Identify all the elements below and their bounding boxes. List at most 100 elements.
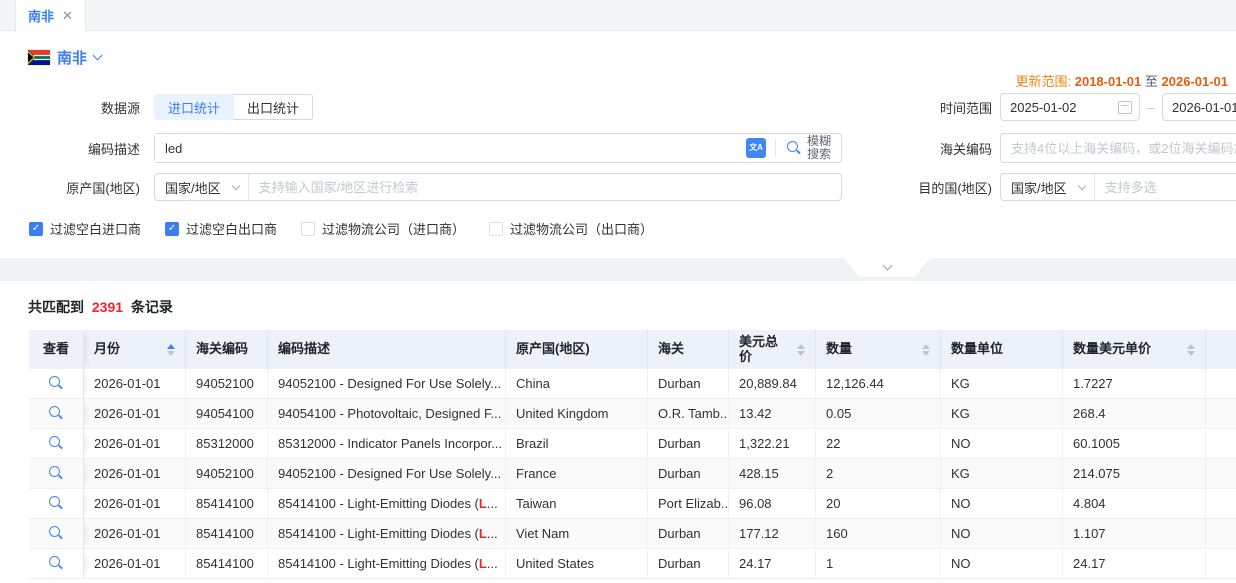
- destination-country-select[interactable]: 国家/地区: [1001, 174, 1095, 200]
- translate-icon[interactable]: 文A: [746, 138, 766, 158]
- desc-text: 85312000 - Indicator Panels Incorpor...: [278, 436, 502, 451]
- cell-usd_total: 1,322.21: [729, 429, 816, 459]
- cell-extra: [1206, 369, 1236, 399]
- collapse-panel-button[interactable]: [844, 258, 930, 277]
- cell-qty: 20: [816, 489, 941, 519]
- origin-select-value: 国家/地区: [165, 178, 221, 197]
- tab-south-africa[interactable]: 南非 ✕: [15, 0, 86, 31]
- cell-customs: Durban: [648, 429, 729, 459]
- cell-view: [29, 489, 84, 519]
- cell-origin: United Kingdom: [506, 399, 648, 429]
- view-detail-icon[interactable]: [49, 376, 64, 391]
- close-icon[interactable]: ✕: [62, 9, 73, 22]
- table-row: 2026-01-018541410085414100 - Light-Emitt…: [29, 549, 1236, 579]
- col-header-label: 数量: [826, 342, 852, 357]
- result-suffix: 条记录: [131, 299, 173, 315]
- source-label: 数据源: [28, 98, 140, 117]
- date-end-input[interactable]: [1172, 94, 1236, 120]
- cell-desc: 85414100 - Light-Emitting Diodes (L...: [268, 549, 506, 579]
- cell-qty_unit: NO: [941, 519, 1063, 549]
- cell-usd_total: 96.08: [729, 489, 816, 519]
- cell-extra: [1206, 459, 1236, 489]
- import-stats-button[interactable]: 进口统计: [154, 94, 234, 120]
- cell-view: [29, 459, 84, 489]
- cell-customs: Durban: [648, 459, 729, 489]
- view-detail-icon[interactable]: [49, 526, 64, 541]
- code-desc-box: 文A 模糊 搜索: [154, 133, 842, 163]
- tab-title: 南非: [28, 6, 54, 25]
- table-row: 2026-01-019405210094052100 - Designed Fo…: [29, 459, 1236, 489]
- hs-code-input[interactable]: [1001, 134, 1236, 162]
- cell-unit_price: 60.1005: [1063, 429, 1206, 459]
- export-stats-button[interactable]: 出口统计: [234, 94, 313, 120]
- code-desc-input[interactable]: [155, 134, 746, 162]
- col-header-qty[interactable]: 数量: [816, 330, 941, 369]
- col-header-hs_code: 海关编码: [186, 330, 268, 369]
- view-detail-icon[interactable]: [49, 406, 64, 421]
- checkbox-filter-logistics-exporter[interactable]: ✓ 过滤物流公司（出口商）: [489, 219, 653, 238]
- cell-qty: 22: [816, 429, 941, 459]
- sort-carets-icon[interactable]: [1179, 344, 1195, 356]
- cell-hs_code: 94052100: [186, 369, 268, 399]
- cell-month: 2026-01-01: [84, 399, 186, 429]
- cell-customs: Durban: [648, 369, 729, 399]
- sort-carets-icon[interactable]: [914, 344, 930, 356]
- filter-form: 数据源 进口统计 出口统计 时间范围 – 编码描述: [0, 93, 1236, 238]
- cell-view: [29, 369, 84, 399]
- cell-qty: 12,126.44: [816, 369, 941, 399]
- time-range-label: 时间范围: [912, 98, 992, 117]
- origin-search-input[interactable]: [249, 174, 841, 200]
- checkbox-label: 过滤物流公司（进口商）: [322, 219, 465, 238]
- desc-text: 94052100 - Designed For Use Solely...: [278, 376, 501, 391]
- col-header-usd_total[interactable]: 美元总价: [729, 330, 816, 369]
- cell-extra: [1206, 429, 1236, 459]
- time-range-row: 时间范围 –: [912, 93, 1236, 121]
- chevron-down-icon: [882, 261, 892, 271]
- view-detail-icon[interactable]: [49, 556, 64, 571]
- view-detail-icon[interactable]: [49, 466, 64, 481]
- col-header-month[interactable]: 月份: [84, 330, 186, 369]
- form-row-code-hs: 编码描述 文A 模糊 搜索 海关编码: [0, 133, 1236, 163]
- country-name: 南非: [57, 47, 87, 68]
- checkbox-filter-blank-exporter[interactable]: ✓ 过滤空白出口商: [165, 219, 277, 238]
- origin-country-select[interactable]: 国家/地区: [155, 174, 249, 200]
- destination-search-input[interactable]: [1095, 174, 1236, 200]
- source-segmented: 进口统计 出口统计: [154, 94, 313, 120]
- cell-month: 2026-01-01: [84, 549, 186, 579]
- update-range-start: 2018-01-01: [1075, 74, 1142, 89]
- col-header-desc: 编码描述: [268, 330, 506, 369]
- col-header-extra: [1206, 330, 1236, 369]
- col-header-unit_price[interactable]: 数量美元单价: [1063, 330, 1206, 369]
- table-row: 2026-01-018541410085414100 - Light-Emitt…: [29, 519, 1236, 549]
- update-range: 更新范围: 2018-01-01 至 2026-01-01: [0, 71, 1236, 89]
- cell-unit_price: 1.7227: [1063, 369, 1206, 399]
- cell-desc: 85312000 - Indicator Panels Incorpor...: [268, 429, 506, 459]
- cell-desc: 94054100 - Photovoltaic, Designed F...: [268, 399, 506, 429]
- cell-month: 2026-01-01: [84, 519, 186, 549]
- checkbox-label: 过滤物流公司（出口商）: [510, 219, 653, 238]
- cell-customs: O.R. Tamb...: [648, 399, 729, 429]
- sort-carets-icon[interactable]: [159, 344, 175, 356]
- chevron-down-icon[interactable]: [93, 50, 103, 60]
- time-range-control: –: [1000, 93, 1236, 121]
- col-header-label: 海关: [658, 342, 684, 357]
- cell-qty_unit: KG: [941, 399, 1063, 429]
- cell-unit_price: 214.075: [1063, 459, 1206, 489]
- checkbox-filter-blank-importer[interactable]: ✓ 过滤空白进口商: [29, 219, 141, 238]
- date-start-input[interactable]: [1010, 94, 1118, 120]
- col-header-label: 编码描述: [278, 342, 330, 357]
- cell-hs_code: 85414100: [186, 489, 268, 519]
- table-row: 2026-01-019405210094052100 - Designed Fo…: [29, 369, 1236, 399]
- cell-origin: United States: [506, 549, 648, 579]
- col-header-label: 数量美元单价: [1073, 342, 1151, 357]
- checkbox-icon: ✓: [29, 222, 43, 236]
- sort-carets-icon[interactable]: [789, 344, 805, 356]
- calendar-icon[interactable]: [1118, 101, 1132, 114]
- checkbox-filter-logistics-importer[interactable]: ✓ 过滤物流公司（进口商）: [301, 219, 465, 238]
- cell-usd_total: 20,889.84: [729, 369, 816, 399]
- fuzzy-search-button[interactable]: 模糊 搜索: [785, 135, 841, 161]
- view-detail-icon[interactable]: [49, 436, 64, 451]
- cell-usd_total: 24.17: [729, 549, 816, 579]
- view-detail-icon[interactable]: [49, 496, 64, 511]
- cell-origin: Viet Nam: [506, 519, 648, 549]
